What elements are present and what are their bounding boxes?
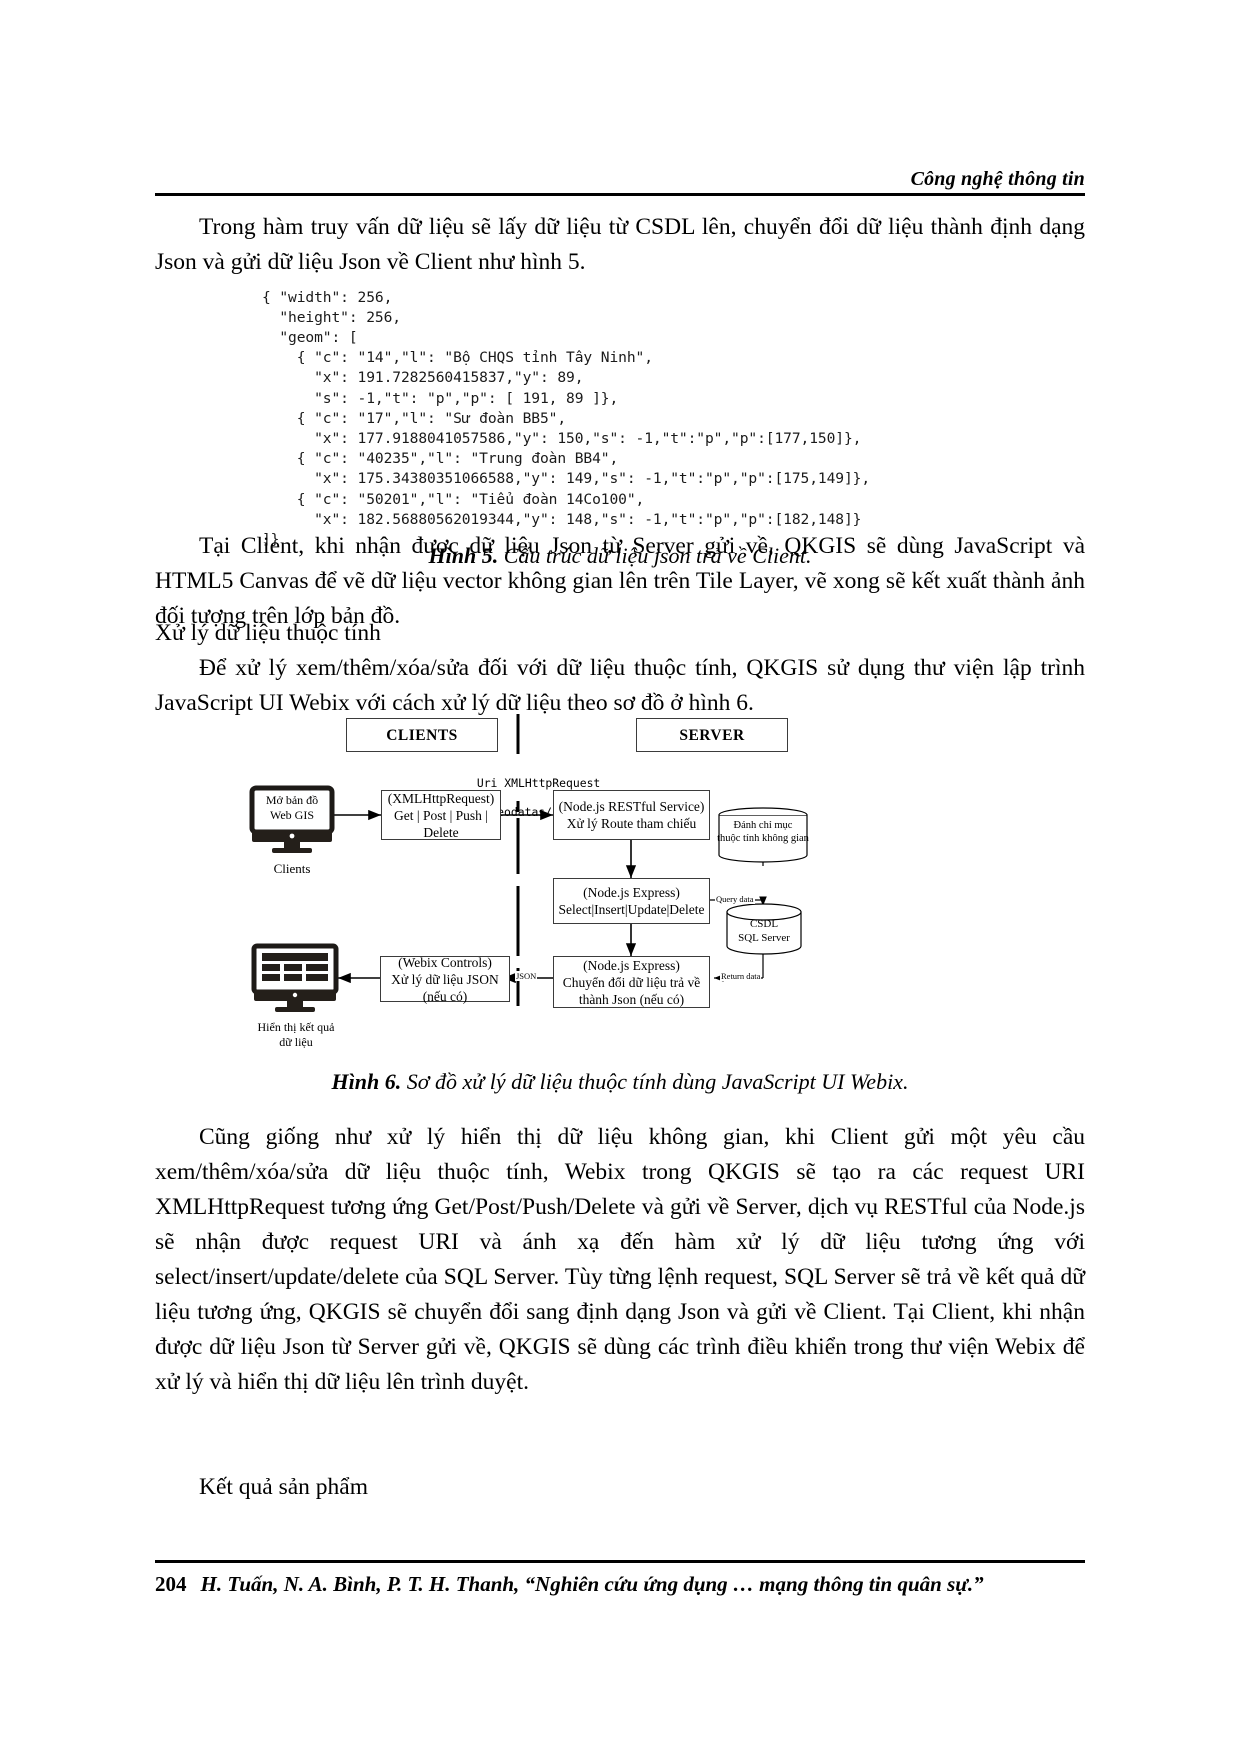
figure6-box-webix-line2: Xử lý dữ liệu JSON (nếu có)	[391, 971, 499, 1004]
figure6-monitor-bottom-line2: dữ liệu	[279, 1035, 313, 1049]
figure6-box-xmlhttprequest: (XMLHttpRequest) Get | Post | Push | Del…	[381, 790, 501, 840]
figure6-box-express-crud: (Node.js Express) Select|Insert|Update|D…	[553, 878, 710, 924]
figure6-box-express2-line2: Chuyển đổi dữ liệu trả về	[562, 974, 701, 990]
figure6-index-line1: Đánh chỉ mục	[733, 820, 793, 831]
figure6-edge-json: JSON	[515, 971, 538, 981]
paragraph-webix-flow: Cũng giống như xử lý hiển thị dữ liệu kh…	[155, 1124, 1085, 1395]
figure6-clients-header-label: CLIENTS	[386, 726, 458, 744]
figure6-box-xhr-line2: Get | Post | Push | Delete	[394, 807, 488, 840]
footer-rule	[155, 1560, 1085, 1563]
figure6-caption: Hình 6. Sơ đồ xử lý dữ liệu thuộc tính d…	[155, 1069, 1085, 1095]
figure6-monitor-top-text: Mở bản đồ Web GIS	[256, 793, 328, 823]
figure6-box-express-json: (Node.js Express) Chuyển đổi dữ liệu trả…	[553, 956, 710, 1008]
figure6-database-text: CSDL SQL Server	[725, 918, 803, 945]
figure6-monitor-bottom-caption: Hiển thị kết quả dữ liệu	[248, 1020, 344, 1050]
figure6-box-webix-controls: (Webix Controls) Xử lý dữ liệu JSON (nếu…	[380, 954, 510, 1004]
figure6-monitor-top-line1: Mở bản đồ	[265, 793, 319, 807]
page-number: 204	[155, 1572, 187, 1596]
figure6-edge-query-data: Query data	[715, 894, 755, 904]
figure6-caption-label: Hình 6.	[331, 1069, 402, 1094]
header-rule	[155, 193, 1085, 196]
figure6-db-line1: CSDL	[749, 918, 779, 930]
figure6-clients-header: CLIENTS	[346, 718, 498, 752]
running-head: Công nghệ thông tin	[910, 168, 1085, 190]
footer: 204 H. Tuấn, N. A. Bình, P. T. H. Thanh, …	[155, 1572, 1085, 1597]
figure6-monitor-bottom-line1: Hiển thị kết quả	[257, 1020, 335, 1034]
figure6-index-cylinder: Đánh chỉ mục thuộc tính không gian	[717, 807, 809, 863]
figure6-diagram: CLIENTS SERVER Uri XMLHttpRequest /rest/…	[228, 706, 1018, 1049]
figure6-monitor-top-line2: Web GIS	[269, 808, 315, 822]
json-code-block: { "width": 256, "height": 256, "geom": […	[262, 288, 870, 551]
figure6-server-header: SERVER	[636, 718, 788, 752]
paragraph-results-heading: Kết quả sản phẩm	[199, 1474, 369, 1500]
figure6-box-express1-line2: Select|Insert|Update|Delete	[558, 902, 705, 917]
figure6-box-rest-service: (Node.js RESTful Service) Xử lý Route th…	[553, 790, 710, 840]
figure6-uri-line1: Uri XMLHttpRequest	[476, 775, 601, 790]
figure6-server-header-label: SERVER	[679, 726, 745, 744]
figure6-index-line2: thuộc tính không gian	[717, 833, 809, 844]
figure6-box-express2-line3: thành Json (nếu có)	[578, 991, 685, 1007]
figure6-index-text: Đánh chỉ mục thuộc tính không gian	[717, 819, 809, 845]
figure6-box-xhr-line1: (XMLHttpRequest)	[387, 790, 495, 806]
figure6-box-express2-line1: (Node.js Express)	[583, 957, 680, 973]
paragraph-attribute-heading: Xử lý dữ liệu thuộc tính	[155, 620, 381, 646]
figure6-box-webix-line1: (Webix Controls)	[398, 954, 492, 970]
figure6-box-express1-line1: (Node.js Express)	[583, 885, 680, 900]
json-code-text: { "width": 256, "height": 256, "geom": […	[262, 288, 871, 549]
document-page: Công nghệ thông tin Trong hàm truy vấn d…	[0, 0, 1240, 1753]
footer-citation: H. Tuấn, N. A. Bình, P. T. H. Thanh, “Ng…	[200, 1572, 984, 1596]
monitor-grid-icon	[251, 943, 339, 1012]
figure6-database-cylinder: CSDL SQL Server	[725, 903, 803, 956]
paragraph-intro: Trong hàm truy vấn dữ liệu sẽ lấy dữ liệ…	[155, 214, 1085, 275]
figure6-edge-return-data: Return data	[720, 971, 762, 981]
figure6-box-rest-line1: (Node.js RESTful Service)	[558, 799, 705, 814]
figure6-box-rest-line2: Xử lý Route tham chiếu	[566, 816, 697, 831]
figure6-caption-text: Sơ đồ xử lý dữ liệu thuộc tính dùng Java…	[401, 1069, 909, 1094]
figure6-db-line2: SQL Server	[738, 931, 790, 944]
figure6-clients-caption: Clients	[273, 861, 311, 876]
